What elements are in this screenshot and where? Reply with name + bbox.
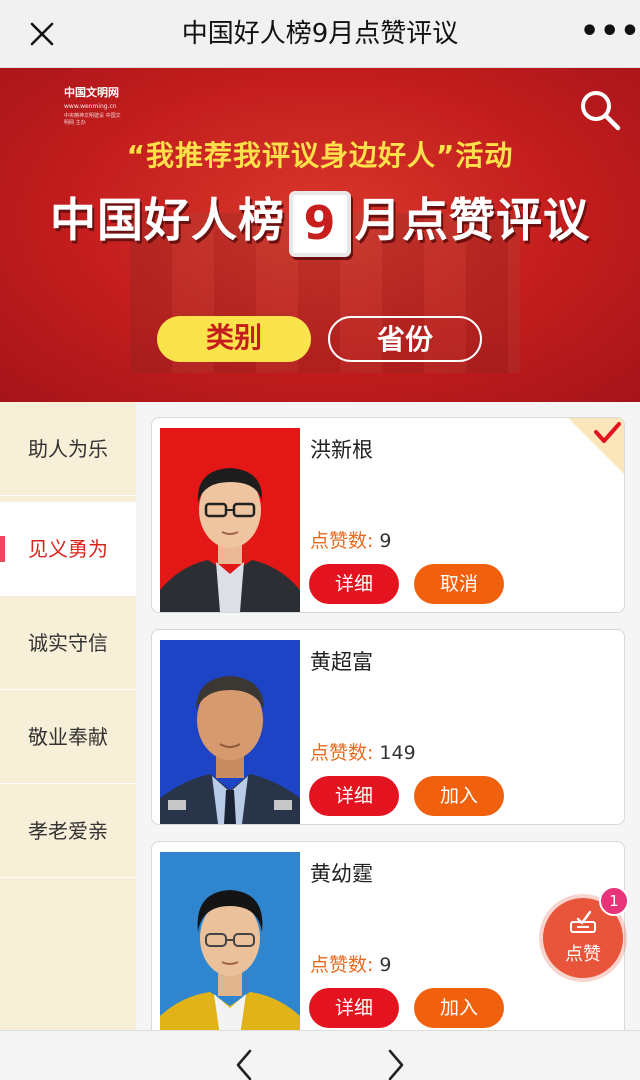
candidate-name: 黄幼霆 [310,862,373,886]
logo-url: www.wenming.cn [64,103,117,110]
sidebar-item-bravery[interactable]: 见义勇为 [0,502,136,596]
filter-category-button[interactable]: 类别 [157,316,311,362]
sidebar-item-honesty[interactable]: 诚实守信 [0,596,136,690]
headline-suffix: 月点赞评议 [355,193,590,247]
detail-button[interactable]: 详细 [309,988,399,1028]
vote-count-badge: 1 [599,886,629,916]
like-count-label: 点赞数: [310,954,374,976]
candidate-name: 黄超富 [310,650,373,674]
add-vote-button[interactable]: 加入 [414,776,504,816]
month-number-badge: 9 [289,190,351,257]
like-count-label: 点赞数: [310,742,374,764]
chevron-right-icon[interactable] [378,1047,414,1080]
page-title: 中国好人榜9月点赞评议 [181,19,459,49]
logo-sub-text: 中央精神文明建设 中国文明网 主办 [64,113,121,126]
sidebar-item-filial-piety[interactable]: 孝老爱亲 [0,784,136,878]
chevron-left-icon[interactable] [226,1047,262,1080]
like-count: 点赞数: 9 [310,526,392,553]
filter-province-button[interactable]: 省份 [328,316,482,362]
selected-check-icon [568,418,624,474]
like-count: 点赞数: 149 [310,738,416,765]
logo-main-text: 中国文明网 [64,86,119,99]
like-count-label: 点赞数: [310,530,374,552]
like-count: 点赞数: 9 [310,950,392,977]
search-icon[interactable] [576,86,624,134]
browser-bottom-bar [0,1030,640,1080]
like-fab-button[interactable]: 点赞 1 [543,886,629,978]
wenming-logo: 中国文明网 www.wenming.cn 中央精神文明建设 中国文明网 主办 [64,84,124,126]
more-menu-icon[interactable]: ••• [580,17,640,50]
candidate-photo[interactable] [160,852,300,1030]
top-nav-bar: 中国好人榜9月点赞评议 ••• [0,0,640,68]
add-vote-button[interactable]: 加入 [414,988,504,1028]
candidate-name: 洪新根 [310,438,373,462]
detail-button[interactable]: 详细 [309,564,399,604]
candidate-photo[interactable] [160,640,300,824]
candidate-card: 洪新根 点赞数: 9 详细 取消 [151,417,625,613]
banner-headline: 中国好人榜 9 月点赞评议 [0,184,640,257]
cancel-vote-button[interactable]: 取消 [414,564,504,604]
sidebar-item-helping[interactable]: 助人为乐 [0,402,136,496]
banner-slogan: “我推荐我评议身边好人”活动 [126,139,514,172]
like-fab-label: 点赞 [565,944,601,965]
campaign-banner: 中国文明网 www.wenming.cn 中央精神文明建设 中国文明网 主办 “… [0,68,640,402]
category-sidebar: 助人为乐 见义勇为 诚实守信 敬业奉献 孝老爱亲 [0,402,136,1030]
sidebar-item-dedication[interactable]: 敬业奉献 [0,690,136,784]
ballot-icon [570,910,596,933]
like-count-value: 9 [379,530,392,552]
like-count-value: 9 [379,954,392,976]
candidate-card: 黄超富 点赞数: 149 详细 加入 [151,629,625,825]
candidate-photo[interactable] [160,428,300,612]
headline-prefix: 中国好人榜 [50,193,285,247]
like-count-value: 149 [379,742,416,764]
detail-button[interactable]: 详细 [309,776,399,816]
